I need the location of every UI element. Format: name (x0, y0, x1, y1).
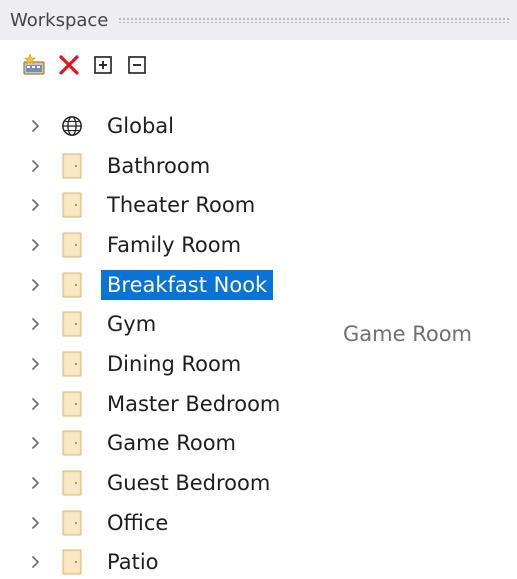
new-item-button[interactable] (22, 52, 48, 78)
tree-item-label: Gym (107, 312, 157, 337)
door-icon (61, 272, 83, 298)
tree-item-master-bedroom[interactable]: Master Bedroom (0, 384, 517, 424)
chevron-right-icon[interactable] (30, 317, 40, 331)
tree-item-label: Dining Room (107, 351, 242, 376)
tree-item-label: Bathroom (107, 153, 211, 178)
delete-button[interactable] (56, 52, 82, 78)
chevron-right-icon[interactable] (30, 159, 40, 173)
panel-title: Workspace (10, 9, 109, 31)
tree-item-label: Master Bedroom (107, 391, 281, 416)
tree-item-label-selected: Breakfast Nook (101, 269, 274, 300)
tree-item-guest-bedroom[interactable]: Guest Bedroom (0, 463, 517, 503)
delete-x-icon (59, 55, 79, 75)
chevron-right-icon[interactable] (30, 555, 40, 569)
tree-item-label: Game Room (107, 431, 236, 456)
chevron-right-icon[interactable] (30, 119, 40, 133)
tree-item-office[interactable]: Office (0, 503, 517, 543)
tree-item-label: Patio (107, 550, 159, 575)
tree-item-label: Theater Room (107, 193, 256, 218)
toolbar (0, 40, 517, 90)
tree-item-label: Office (107, 510, 169, 535)
chevron-right-icon[interactable] (30, 357, 40, 371)
door-icon (61, 351, 83, 377)
chevron-right-icon[interactable] (30, 476, 40, 490)
expand-all-icon (94, 56, 112, 74)
door-icon (61, 391, 83, 417)
door-icon (61, 549, 83, 575)
tree-item-label: Global (107, 113, 174, 138)
chevron-right-icon[interactable] (30, 238, 40, 252)
door-icon (61, 232, 83, 258)
drag-ghost-label: Game Room (343, 322, 472, 346)
tree-item-patio[interactable]: Patio (0, 543, 517, 579)
tree-item-family-room[interactable]: Family Room (0, 225, 517, 265)
tree-item-theater-room[interactable]: Theater Room (0, 185, 517, 225)
tree-item-dining-room[interactable]: Dining Room (0, 344, 517, 384)
chevron-right-icon[interactable] (30, 278, 40, 292)
tree-item-global[interactable]: Global (0, 106, 517, 146)
tree-item-label: Guest Bedroom (107, 471, 271, 496)
expand-all-button[interactable] (90, 52, 116, 78)
panel-title-bar[interactable]: Workspace (0, 0, 517, 40)
globe-icon (61, 113, 83, 139)
door-icon (61, 192, 83, 218)
door-icon (61, 430, 83, 456)
title-grip[interactable] (118, 17, 511, 23)
tree-item-bathroom[interactable]: Bathroom (0, 146, 517, 186)
tree-item-breakfast-nook[interactable]: Breakfast Nook (0, 265, 517, 305)
collapse-all-button[interactable] (124, 52, 150, 78)
workspace-panel: Workspace Global Bathroom Theater Room F… (0, 0, 517, 579)
door-icon (61, 153, 83, 179)
chevron-right-icon[interactable] (30, 516, 40, 530)
chevron-right-icon[interactable] (30, 436, 40, 450)
door-icon (61, 510, 83, 536)
collapse-all-icon (128, 56, 146, 74)
chevron-right-icon[interactable] (30, 198, 40, 212)
door-icon (61, 470, 83, 496)
tree-item-game-room[interactable]: Game Room (0, 424, 517, 464)
chevron-right-icon[interactable] (30, 397, 40, 411)
tree-item-label: Family Room (107, 232, 242, 257)
new-item-icon (23, 53, 45, 75)
door-icon (61, 311, 83, 337)
